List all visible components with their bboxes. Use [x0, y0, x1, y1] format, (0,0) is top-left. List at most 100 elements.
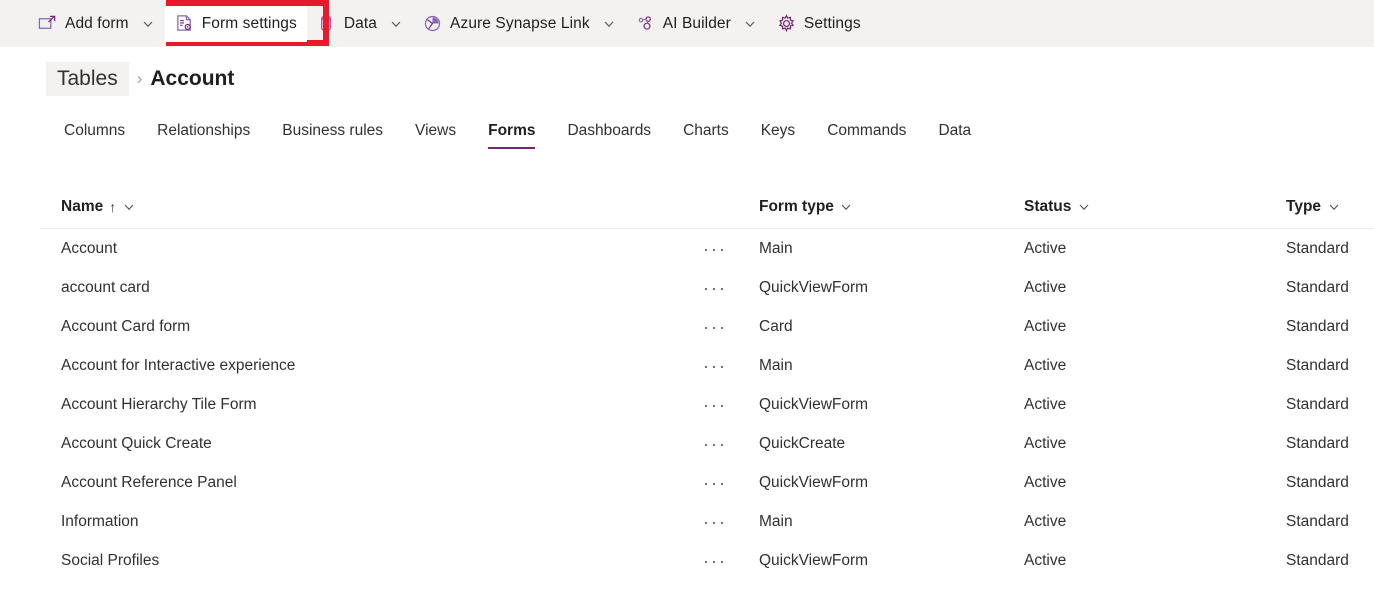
- row-actions-menu[interactable]: ···: [685, 357, 745, 375]
- command-bar: Add form Form settings Data: [0, 0, 1374, 47]
- command-label: Settings: [804, 15, 861, 33]
- more-options-icon[interactable]: ···: [703, 318, 727, 336]
- chevron-down-icon[interactable]: [743, 17, 757, 31]
- cell-status: Active: [1010, 279, 1272, 297]
- table-row[interactable]: Information···MainActiveStandard: [40, 502, 1374, 541]
- row-actions-menu[interactable]: ···: [685, 318, 745, 336]
- tab-forms[interactable]: Forms: [472, 122, 551, 149]
- tab-charts[interactable]: Charts: [667, 122, 745, 149]
- cell-name[interactable]: Account Hierarchy Tile Form: [40, 396, 685, 414]
- command-data[interactable]: Data: [307, 6, 413, 42]
- row-actions-menu[interactable]: ···: [685, 279, 745, 297]
- command-form-settings[interactable]: Form settings: [165, 6, 307, 42]
- column-header-label: Type: [1286, 198, 1321, 216]
- chevron-down-icon[interactable]: [1077, 200, 1090, 213]
- more-options-icon[interactable]: ···: [703, 357, 727, 375]
- ai-builder-icon: [636, 14, 655, 33]
- table-row[interactable]: Account Reference Panel···QuickViewFormA…: [40, 463, 1374, 502]
- command-add-form[interactable]: Add form: [28, 6, 165, 42]
- cell-type: Standard: [1272, 513, 1374, 531]
- more-options-icon[interactable]: ···: [703, 435, 727, 453]
- more-options-icon[interactable]: ···: [703, 474, 727, 492]
- tab-commands[interactable]: Commands: [811, 122, 922, 149]
- cell-name[interactable]: Account: [40, 240, 685, 258]
- table-row[interactable]: Account Quick Create···QuickCreateActive…: [40, 424, 1374, 463]
- table-row[interactable]: Account ··· MainActiveStandard: [40, 229, 1374, 268]
- row-actions-menu[interactable]: ···: [685, 435, 745, 453]
- cell-name[interactable]: account card: [40, 279, 685, 297]
- column-header-status[interactable]: Status: [1010, 198, 1272, 216]
- gear-icon: [777, 14, 796, 33]
- cell-name[interactable]: Account Quick Create: [40, 435, 685, 453]
- cell-status: Active: [1010, 318, 1272, 336]
- cell-type: Standard: [1272, 435, 1374, 453]
- cell-type: Standard: [1272, 240, 1374, 258]
- database-icon: [317, 14, 336, 33]
- chevron-down-icon[interactable]: [602, 17, 616, 31]
- command-label: Data: [344, 15, 377, 33]
- cell-name[interactable]: Account for Interactive experience: [40, 357, 685, 375]
- more-options-icon[interactable]: ···: [703, 240, 727, 258]
- cell-name[interactable]: Account Card form: [40, 318, 685, 336]
- row-actions-menu[interactable]: ···: [685, 396, 745, 414]
- column-header-label: Name: [61, 198, 103, 216]
- table-row[interactable]: Account for Interactive experience ··· Mai…: [40, 346, 1374, 385]
- cell-status: Active: [1010, 552, 1272, 570]
- tab-data[interactable]: Data: [922, 122, 987, 149]
- cell-form-type: Main: [745, 357, 1010, 375]
- chevron-down-icon[interactable]: [389, 17, 403, 31]
- cell-form-type: Main: [745, 513, 1010, 531]
- tab-dashboards[interactable]: Dashboards: [551, 122, 667, 149]
- column-header-label: Form type: [759, 198, 834, 216]
- entity-tabs: Columns Relationships Business rules Vie…: [0, 105, 1374, 149]
- cell-form-type: QuickViewForm: [745, 474, 1010, 492]
- column-header-type[interactable]: Type: [1272, 198, 1374, 216]
- cell-name[interactable]: Account Reference Panel: [40, 474, 685, 492]
- add-form-icon: [38, 14, 57, 33]
- chevron-down-icon[interactable]: [840, 200, 853, 213]
- cell-status: Active: [1010, 240, 1272, 258]
- more-options-icon[interactable]: ···: [703, 279, 727, 297]
- table-row[interactable]: Account Card form···CardActiveStandard: [40, 307, 1374, 346]
- breadcrumb-tables-link[interactable]: Tables: [46, 62, 129, 96]
- column-header-label: Status: [1024, 198, 1071, 216]
- cell-name[interactable]: Social Profiles: [40, 552, 685, 570]
- more-options-icon[interactable]: ···: [703, 513, 727, 531]
- more-options-icon[interactable]: ···: [703, 396, 727, 414]
- command-azure-synapse-link[interactable]: Azure Synapse Link: [413, 6, 626, 42]
- cell-form-type: Card: [745, 318, 1010, 336]
- breadcrumb: Tables › Account: [0, 47, 1374, 95]
- tab-keys[interactable]: Keys: [745, 122, 811, 149]
- cell-form-type: QuickViewForm: [745, 279, 1010, 297]
- cell-form-type: QuickViewForm: [745, 396, 1010, 414]
- row-actions-menu[interactable]: ···: [685, 474, 745, 492]
- more-options-icon[interactable]: ···: [703, 552, 727, 570]
- tab-business-rules[interactable]: Business rules: [266, 122, 399, 149]
- tab-columns[interactable]: Columns: [48, 122, 141, 149]
- command-settings[interactable]: Settings: [767, 6, 871, 42]
- cell-form-type: QuickViewForm: [745, 552, 1010, 570]
- cell-status: Active: [1010, 396, 1272, 414]
- row-actions-menu[interactable]: ···: [685, 552, 745, 570]
- table-row[interactable]: Social Profiles···QuickViewFormActiveSta…: [40, 541, 1374, 580]
- form-settings-icon: [175, 14, 194, 33]
- command-label: AI Builder: [663, 15, 731, 33]
- cell-form-type: Main: [745, 240, 1010, 258]
- column-header-name[interactable]: Name ↑: [40, 198, 685, 216]
- command-label: Form settings: [202, 15, 297, 33]
- cell-type: Standard: [1272, 396, 1374, 414]
- row-actions-menu[interactable]: ···: [685, 513, 745, 531]
- chevron-down-icon[interactable]: [141, 17, 155, 31]
- row-actions-menu[interactable]: ···: [685, 240, 745, 258]
- table-row[interactable]: Account Hierarchy Tile Form ··· QuickViewF…: [40, 385, 1374, 424]
- chevron-down-icon[interactable]: [122, 200, 135, 213]
- sort-ascending-icon: ↑: [109, 199, 116, 215]
- tab-views[interactable]: Views: [399, 122, 472, 149]
- column-header-form-type[interactable]: Form type: [745, 198, 1010, 216]
- cell-name[interactable]: Information: [40, 513, 685, 531]
- tab-relationships[interactable]: Relationships: [141, 122, 266, 149]
- cell-status: Active: [1010, 357, 1272, 375]
- chevron-down-icon[interactable]: [1327, 200, 1340, 213]
- table-row[interactable]: account card···QuickViewFormActiveStanda…: [40, 268, 1374, 307]
- command-ai-builder[interactable]: AI Builder: [626, 6, 767, 42]
